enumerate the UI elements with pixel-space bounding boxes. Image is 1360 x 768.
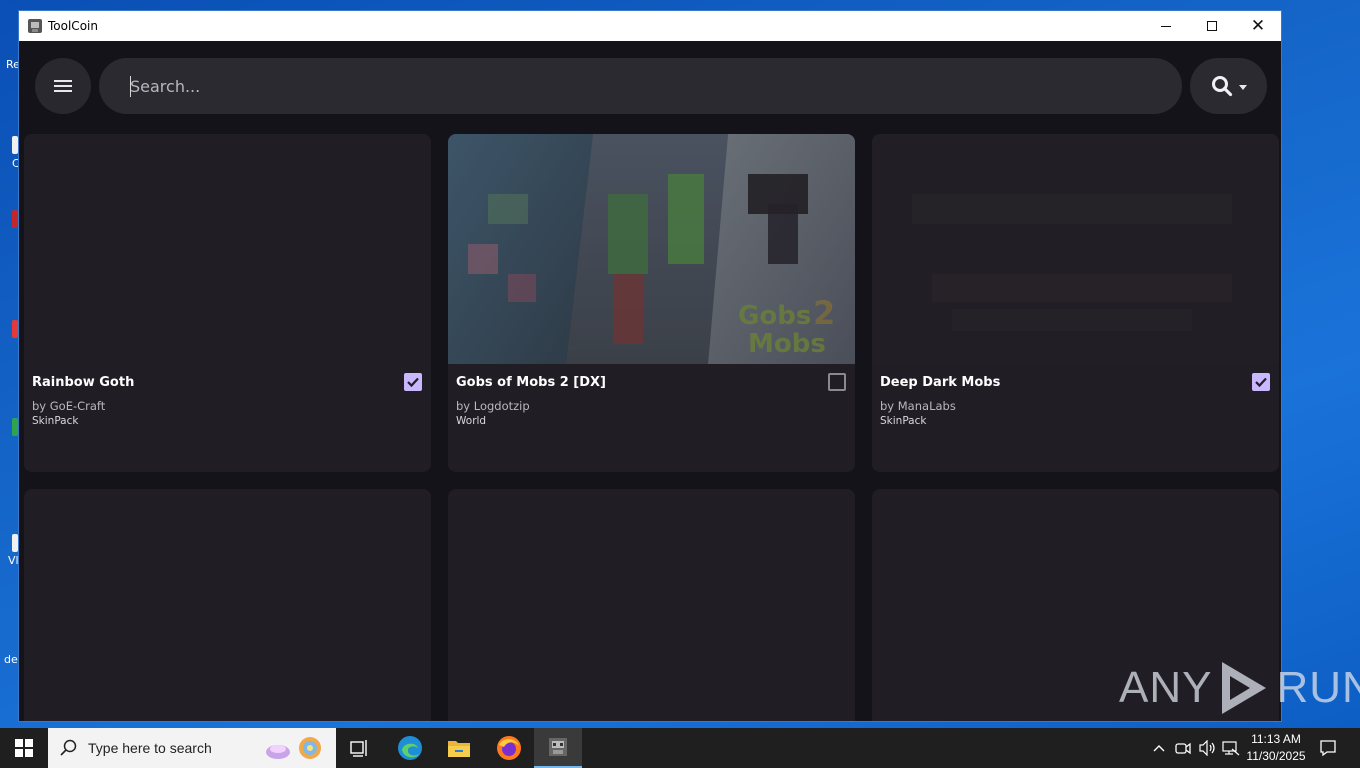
toolcoin-app-icon (28, 19, 42, 33)
search-input[interactable] (130, 72, 1130, 100)
meet-now-button[interactable] (1174, 728, 1192, 768)
desktop-icon-label[interactable]: de (4, 653, 18, 666)
select-checkbox[interactable] (404, 373, 422, 391)
meet-icon (1175, 742, 1191, 755)
minimize-icon (1161, 25, 1171, 27)
maximize-button[interactable] (1189, 11, 1235, 41)
file-explorer-icon (448, 741, 470, 757)
notification-icon (1320, 740, 1336, 757)
pack-card[interactable]: Deep Dark Mobs by ManaLabs SkinPack (872, 134, 1279, 472)
file-explorer-button[interactable] (435, 728, 483, 768)
pack-author: by ManaLabs (880, 399, 956, 413)
checkbox-checked-icon (1255, 377, 1267, 388)
pack-card[interactable]: Gobs Mobs 2 Gobs of Mobs 2 [DX] by Logdo… (448, 134, 855, 472)
svg-text:Mobs: Mobs (748, 329, 826, 359)
firefox-button[interactable] (485, 728, 533, 768)
maximize-icon (1207, 21, 1217, 31)
watermark-right: RUN (1276, 663, 1360, 712)
minimize-button[interactable] (1143, 11, 1189, 41)
toolcoin-app-icon (549, 738, 567, 756)
start-button[interactable] (0, 728, 48, 768)
app-content: Rainbow Goth by GoE-Craft SkinPack (19, 41, 1281, 721)
pack-type: World (456, 415, 487, 427)
firefox-icon (497, 736, 521, 760)
select-checkbox[interactable] (1252, 373, 1270, 391)
search-bar[interactable] (99, 58, 1182, 114)
watermark-play-icon (1222, 662, 1267, 714)
clock-date: 11/30/2025 (1246, 749, 1306, 763)
watermark-left: ANY (1119, 663, 1213, 712)
pack-title: Deep Dark Mobs (880, 375, 1001, 390)
toolcoin-window: ToolCoin ✕ Rainbow Goth by (18, 10, 1282, 722)
taskbar: Type here to search 11:13 AM 11/30/2025 (0, 728, 1360, 768)
menu-button[interactable] (35, 58, 91, 114)
text-caret (130, 76, 131, 97)
pack-type: SkinPack (880, 415, 927, 427)
search-icon (60, 739, 77, 756)
chevron-up-icon (1153, 745, 1165, 752)
pack-author: by GoE-Craft (32, 399, 106, 413)
search-icon (1211, 76, 1232, 97)
checkbox-checked-icon (407, 377, 419, 388)
pack-card-placeholder[interactable] (448, 489, 855, 721)
windows-start-icon (15, 739, 33, 757)
close-icon: ✕ (1250, 15, 1266, 36)
volume-icon (1199, 740, 1215, 756)
volume-button[interactable] (1197, 728, 1217, 768)
svg-text:2: 2 (813, 294, 835, 332)
anyrun-watermark: ANY RUN (1119, 658, 1360, 718)
edge-icon (398, 736, 422, 760)
pack-thumbnail (24, 134, 431, 364)
notification-button[interactable] (1316, 728, 1340, 768)
dropdown-arrow-icon (1238, 84, 1247, 90)
title-bar[interactable]: ToolCoin ✕ (19, 11, 1281, 41)
task-view-button[interactable] (336, 728, 384, 768)
menu-icon (54, 80, 72, 92)
select-checkbox[interactable] (828, 373, 846, 391)
window-controls: ✕ (1143, 11, 1281, 41)
svg-text:Gobs: Gobs (738, 301, 811, 331)
pack-thumbnail: Gobs Mobs 2 (448, 134, 855, 364)
edge-button[interactable] (386, 728, 434, 768)
search-button[interactable] (1190, 58, 1267, 114)
taskbar-search-placeholder: Type here to search (88, 740, 212, 756)
close-button[interactable]: ✕ (1235, 11, 1281, 41)
pack-title: Gobs of Mobs 2 [DX] (456, 375, 606, 390)
taskbar-clock[interactable]: 11:13 AM 11/30/2025 (1238, 731, 1314, 765)
pack-author: by Logdotzip (456, 399, 530, 413)
clock-time: 11:13 AM (1251, 732, 1301, 746)
pack-thumbnail (872, 134, 1279, 364)
window-title: ToolCoin (48, 19, 98, 33)
pack-card-placeholder[interactable] (24, 489, 431, 721)
toolcoin-taskbar-button[interactable] (534, 728, 582, 768)
pack-title: Rainbow Goth (32, 375, 135, 390)
pack-type: SkinPack (32, 415, 79, 427)
taskbar-search-box[interactable]: Type here to search (48, 728, 336, 768)
task-view-icon (350, 740, 367, 757)
search-highlight-icon (266, 737, 321, 759)
desktop-icon-label[interactable]: Vl (8, 554, 19, 567)
show-hidden-icons-button[interactable] (1150, 728, 1168, 768)
pack-card[interactable]: Rainbow Goth by GoE-Craft SkinPack (24, 134, 431, 472)
